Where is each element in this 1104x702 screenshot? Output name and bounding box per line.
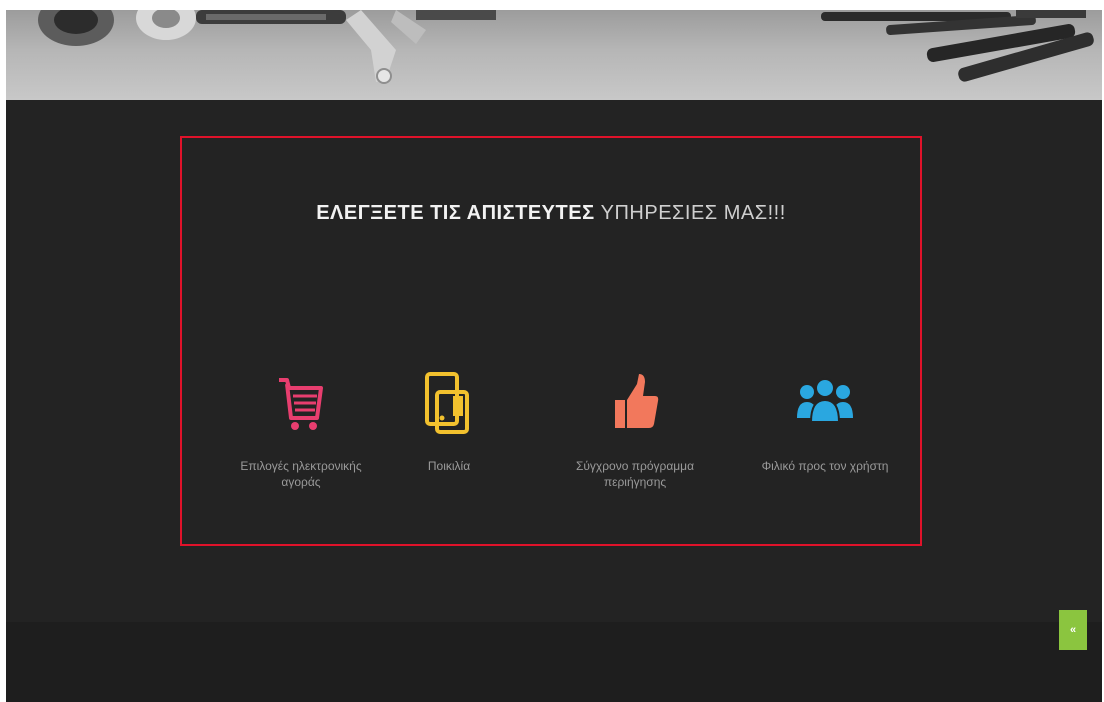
feature-label: Ποικιλία bbox=[427, 459, 471, 473]
thumbs-up-icon bbox=[615, 374, 659, 428]
feature-user-friendly: Φιλικό προς τον χρήστη bbox=[750, 370, 900, 474]
services-heading-bold: ΕΛΕΓΞΕΤΕ ΤΙΣ ΑΠΙΣΤΕΥΤΕΣ bbox=[316, 202, 595, 224]
services-heading: ΕΛΕΓΞΕΤΕ ΤΙΣ ΑΠΙΣΤΕΥΤΕΣ ΥΠΗΡΕΣΙΕΣ ΜΑΣ!!! bbox=[182, 202, 920, 225]
scroll-to-top-button[interactable]: « bbox=[1059, 610, 1087, 650]
feature-label: Σύγχρονο πρόγραμμα περιήγησης bbox=[575, 459, 695, 489]
footer-band bbox=[6, 622, 1102, 702]
feature-online-shopping: Επιλογές ηλεκτρονικής αγοράς bbox=[226, 370, 376, 490]
feature-variety: Ποικιλία bbox=[374, 370, 524, 474]
hero-banner bbox=[6, 0, 1102, 100]
users-group-icon bbox=[797, 378, 853, 423]
services-highlight-box: ΕΛΕΓΞΕΤΕ ΤΙΣ ΑΠΙΣΤΕΥΤΕΣ ΥΠΗΡΕΣΙΕΣ ΜΑΣ!!!… bbox=[180, 136, 922, 546]
shopping-cart-icon bbox=[279, 378, 323, 430]
feature-label: Φιλικό προς τον χρήστη bbox=[761, 459, 889, 473]
car-parts-banner-image bbox=[38, 10, 1094, 84]
feature-modern-browser: Σύγχρονο πρόγραμμα περιήγησης bbox=[560, 370, 710, 490]
services-heading-light: ΥΠΗΡΕΣΙΕΣ ΜΑΣ!!! bbox=[600, 202, 786, 224]
tablet-icon bbox=[425, 372, 469, 434]
page-frame: ΕΛΕΓΞΕΤΕ ΤΙΣ ΑΠΙΣΤΕΥΤΕΣ ΥΠΗΡΕΣΙΕΣ ΜΑΣ!!!… bbox=[6, 0, 1102, 702]
services-section: ΕΛΕΓΞΕΤΕ ΤΙΣ ΑΠΙΣΤΕΥΤΕΣ ΥΠΗΡΕΣΙΕΣ ΜΑΣ!!!… bbox=[6, 100, 1102, 622]
chevron-up-icon: « bbox=[1069, 624, 1077, 636]
feature-label: Επιλογές ηλεκτρονικής αγοράς bbox=[240, 459, 362, 489]
